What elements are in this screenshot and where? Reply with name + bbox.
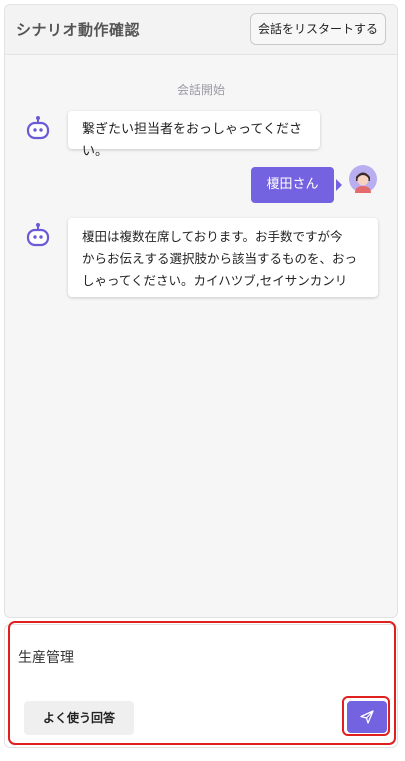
send-icon bbox=[360, 710, 374, 724]
conversation-start-label: 会話開始 bbox=[176, 83, 225, 97]
chat-panel: シナリオ動作確認 会話をリスタートする 会話開始 繋ぎたい担当者をおっしゃってく… bbox=[4, 4, 398, 618]
frequent-answers-button[interactable]: よく使う回答 bbox=[24, 701, 134, 735]
user-message-text: 榎田さん bbox=[266, 177, 319, 192]
robot-icon bbox=[26, 223, 50, 247]
bot-message-text: 繋ぎたい担当者をおっしゃってください。 bbox=[82, 122, 302, 159]
send-button[interactable] bbox=[347, 701, 387, 733]
user-avatar bbox=[349, 165, 377, 193]
user-message: 榎田さん bbox=[251, 167, 334, 203]
robot-icon bbox=[26, 116, 50, 140]
message-input[interactable] bbox=[18, 649, 318, 665]
bot-message: 繋ぎたい担当者をおっしゃってください。 bbox=[68, 111, 320, 159]
restart-conversation-button[interactable]: 会話をリスタートする bbox=[249, 13, 386, 45]
bot-message-line: からお伝えする選択肢から該当するものを、おっ bbox=[82, 251, 358, 266]
user-message-caret bbox=[336, 179, 342, 191]
bot-message-line: しゃってください。カイハツブ,セイサンカンリ bbox=[82, 273, 348, 288]
chat-header: シナリオ動作確認 会話をリスタートする bbox=[5, 5, 397, 55]
page-title: シナリオ動作確認 bbox=[16, 21, 141, 39]
bot-message-line: 榎田は複数在席しております。お手数ですが今 bbox=[82, 229, 343, 244]
bot-message: 榎田は複数在席しております。お手数ですが今 からお伝えする選択肢から該当するもの… bbox=[68, 218, 378, 297]
composer: よく使う回答 bbox=[4, 624, 398, 748]
